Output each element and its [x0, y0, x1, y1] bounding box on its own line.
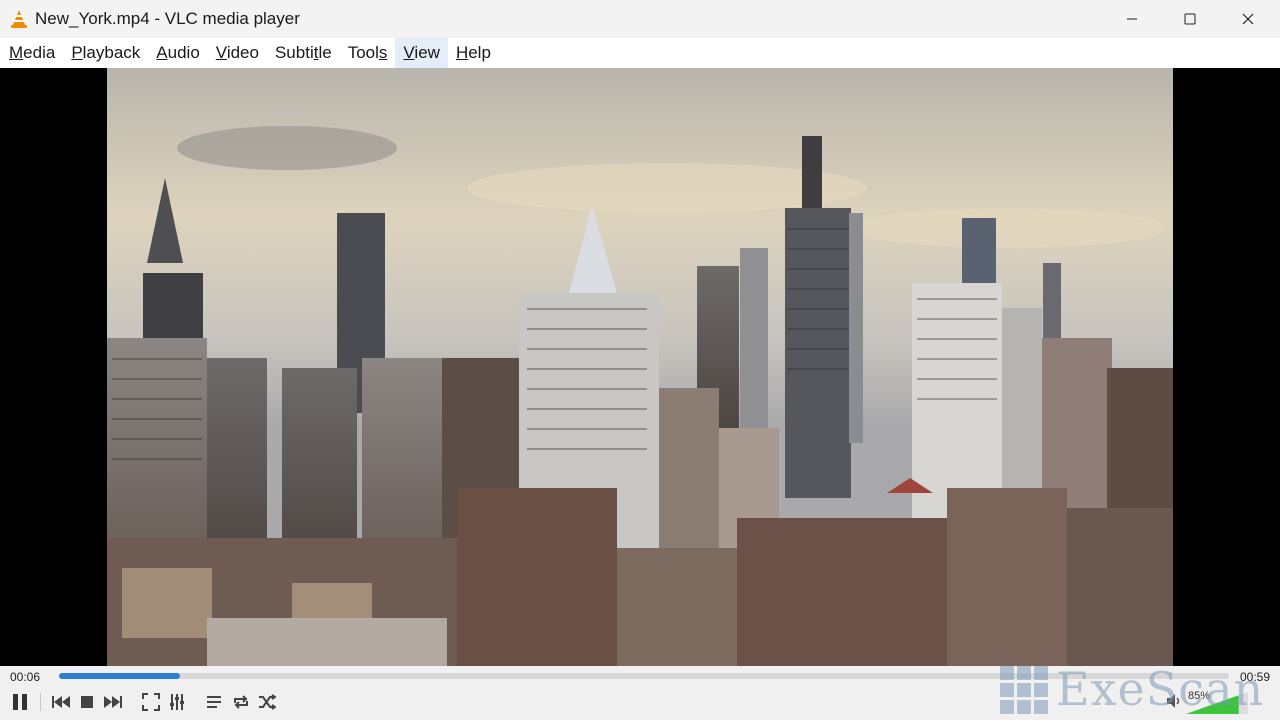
watermark-text: ExeScan — [1056, 662, 1265, 716]
maximize-button[interactable] — [1161, 0, 1219, 38]
shuffle-button[interactable] — [255, 690, 279, 714]
city-skyline-image — [107, 68, 1173, 666]
previous-button[interactable] — [49, 690, 73, 714]
loop-icon — [234, 695, 248, 709]
playlist-button[interactable] — [203, 690, 227, 714]
separator — [40, 693, 41, 711]
minimize-icon — [1127, 18, 1137, 20]
previous-icon — [52, 696, 70, 708]
maximize-icon — [1184, 13, 1196, 25]
fullscreen-button[interactable] — [139, 690, 163, 714]
menu-audio[interactable]: Audio — [148, 38, 207, 68]
video-frame[interactable] — [107, 68, 1173, 666]
menu-help[interactable]: Help — [448, 38, 499, 68]
title-bar: New_York.mp4 - VLC media player — [0, 0, 1280, 38]
extended-settings-icon — [170, 694, 184, 710]
next-icon — [104, 696, 122, 708]
window-title: New_York.mp4 - VLC media player — [35, 9, 300, 28]
stop-button[interactable] — [75, 690, 99, 714]
vlc-cone-icon — [11, 10, 27, 28]
menu-playback[interactable]: Playback — [63, 38, 148, 68]
video-area[interactable] — [0, 68, 1280, 666]
close-icon — [1242, 13, 1254, 25]
seek-progress — [59, 673, 180, 679]
menu-subtitle[interactable]: Subtitle — [267, 38, 340, 68]
pause-icon — [13, 694, 27, 710]
menu-view[interactable]: View — [395, 38, 448, 68]
pause-button[interactable] — [8, 690, 32, 714]
shuffle-icon — [259, 694, 276, 710]
menu-tools[interactable]: Tools — [340, 38, 396, 68]
menu-bar: Media Playback Audio Video Subtitle Tool… — [0, 38, 1280, 68]
stop-icon — [81, 696, 93, 708]
menu-video[interactable]: Video — [208, 38, 267, 68]
watermark: ExeScan — [998, 662, 1280, 720]
fullscreen-icon — [142, 693, 160, 711]
close-button[interactable] — [1219, 0, 1277, 38]
next-button[interactable] — [101, 690, 125, 714]
watermark-grid-logo — [1000, 666, 1048, 714]
minimize-button[interactable] — [1103, 0, 1161, 38]
menu-media[interactable]: Media — [1, 38, 63, 68]
elapsed-time: 00:06 — [10, 670, 41, 684]
playlist-icon — [207, 696, 221, 708]
extended-settings-button[interactable] — [165, 690, 189, 714]
loop-button[interactable] — [229, 690, 253, 714]
